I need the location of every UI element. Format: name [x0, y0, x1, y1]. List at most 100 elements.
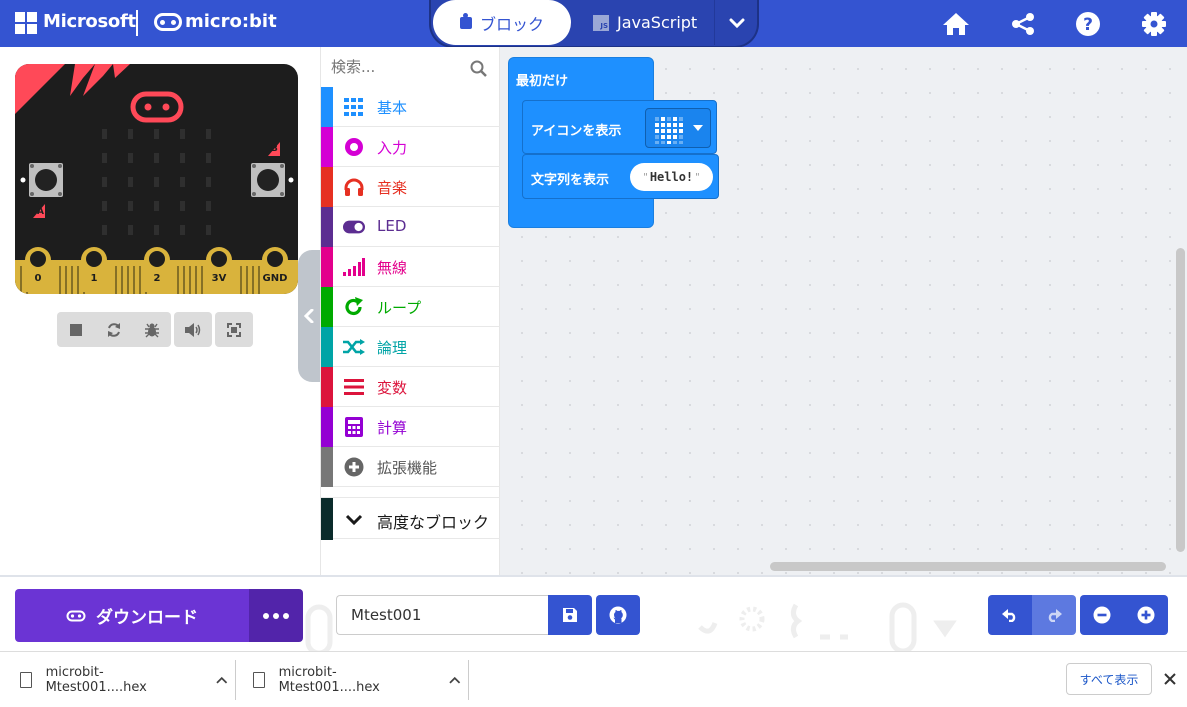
- save-button[interactable]: [548, 595, 592, 635]
- share-button[interactable]: [1008, 9, 1038, 39]
- calculator-icon: [343, 417, 365, 437]
- quote-right: ": [695, 171, 700, 183]
- puzzle-icon: [459, 12, 472, 29]
- category-label: 音楽: [377, 179, 408, 197]
- stop-button[interactable]: [57, 312, 95, 347]
- category-color-bar: [321, 407, 333, 447]
- microsoft-logo-icon[interactable]: [15, 12, 37, 34]
- simulator-controls: [57, 312, 253, 347]
- github-button[interactable]: [596, 595, 640, 635]
- zoom-in-button[interactable]: [1124, 595, 1168, 635]
- microbit-board[interactable]: 0 1 2 3V GND A B: [15, 64, 298, 294]
- input-icon: [343, 137, 365, 157]
- tab-javascript-label: JavaScript: [617, 13, 698, 32]
- download-button[interactable]: ダウンロード: [15, 589, 249, 642]
- gear-icon: [1142, 12, 1166, 36]
- editor-mode-toggle: ブロック JS JavaScript: [429, 0, 759, 48]
- category-music[interactable]: 音楽: [321, 167, 500, 207]
- category-color-bar: [321, 367, 333, 407]
- zoom-in-icon: [1137, 606, 1155, 624]
- category-basic[interactable]: 基本: [321, 87, 500, 127]
- search-icon[interactable]: [470, 60, 487, 77]
- category-label: 無線: [377, 259, 408, 277]
- chevron-up-icon[interactable]: [216, 676, 228, 684]
- icon-dropdown[interactable]: [645, 108, 711, 148]
- file-icon: [20, 672, 32, 688]
- button-a[interactable]: [29, 163, 63, 197]
- show-string-block[interactable]: 文字列を表示 " Hello! ": [522, 154, 719, 199]
- help-button[interactable]: ?: [1073, 9, 1103, 39]
- category-input[interactable]: 入力: [321, 127, 500, 167]
- share-icon: [1012, 13, 1034, 35]
- category-color-bar: [321, 498, 333, 540]
- category-math[interactable]: 計算: [321, 407, 500, 447]
- microbit-brand[interactable]: micro:bit: [185, 11, 277, 32]
- string-value-field[interactable]: " Hello! ": [630, 163, 713, 191]
- show-all-downloads-button[interactable]: すべて表示: [1066, 663, 1152, 695]
- tab-blocks[interactable]: ブロック: [433, 0, 571, 45]
- home-button[interactable]: [941, 9, 971, 39]
- microbit-download-icon: [66, 610, 86, 621]
- category-variables[interactable]: 変数: [321, 367, 500, 407]
- signal-icon: [343, 257, 365, 277]
- category-loops[interactable]: ループ: [321, 287, 500, 327]
- download-more-button[interactable]: [249, 589, 303, 642]
- quote-left: ": [643, 171, 648, 183]
- category-logic[interactable]: 論理: [321, 327, 500, 367]
- search-input[interactable]: [331, 55, 461, 79]
- category-led[interactable]: LED: [321, 207, 500, 247]
- download-label: ダウンロード: [96, 608, 198, 628]
- block-workspace[interactable]: 最初だけ アイコンを表示 文字列を表示 " Hello! ": [500, 47, 1187, 575]
- dropdown-arrow-icon: [693, 125, 703, 131]
- chevron-up-icon[interactable]: [449, 676, 461, 684]
- undo-button[interactable]: [988, 595, 1032, 635]
- close-shelf-button[interactable]: [1160, 669, 1180, 689]
- pin-1-label: 1: [90, 273, 98, 284]
- editor-toolbar: ダウンロード: [0, 575, 1187, 651]
- download-item[interactable]: microbit-Mtest001....hex: [253, 652, 461, 707]
- workspace-vertical-scrollbar[interactable]: [1176, 248, 1185, 552]
- simulator-panel: 0 1 2 3V GND A B: [0, 47, 320, 575]
- mute-button[interactable]: [174, 312, 212, 347]
- toolbox: 基本 入力 音楽 LED 無線 ループ 論理 変数 計算: [320, 47, 500, 575]
- category-radio[interactable]: 無線: [321, 247, 500, 287]
- redo-button[interactable]: [1032, 595, 1076, 635]
- download-item[interactable]: microbit-Mtest001....hex: [20, 652, 228, 707]
- chevron-down-icon: [729, 18, 745, 28]
- chevron-down-icon: [343, 510, 365, 530]
- microsoft-brand[interactable]: Microsoft: [43, 11, 136, 32]
- zoom-out-icon: [1093, 606, 1111, 624]
- show-icon-label: アイコンを表示: [531, 124, 622, 139]
- category-color-bar: [321, 247, 333, 287]
- microbit-logo-icon[interactable]: [154, 13, 182, 31]
- pin-3v-label: 3V: [211, 273, 227, 284]
- restart-button[interactable]: [95, 312, 133, 347]
- category-label: 論理: [377, 339, 408, 357]
- zoom-out-button[interactable]: [1080, 595, 1124, 635]
- project-name-input[interactable]: [336, 595, 548, 635]
- shelf-divider: [468, 660, 469, 700]
- heart-icon: [655, 117, 683, 144]
- download-filename: microbit-Mtest001....hex: [278, 665, 380, 695]
- tab-javascript[interactable]: JS JavaScript: [593, 0, 697, 45]
- category-advanced[interactable]: 高度なブロック: [321, 497, 500, 540]
- category-extensions[interactable]: 拡張機能: [321, 447, 500, 487]
- debug-button[interactable]: [133, 312, 171, 347]
- ellipsis-dot: [273, 612, 279, 619]
- button-b[interactable]: [251, 163, 285, 197]
- show-icon-block[interactable]: アイコンを表示: [522, 100, 717, 154]
- category-color-bar: [321, 127, 333, 167]
- ellipsis-dot: [263, 612, 269, 619]
- ellipsis-dot: [283, 612, 289, 619]
- undo-icon: [1002, 609, 1016, 622]
- downloads-shelf: microbit-Mtest001....hex microbit-Mtest0…: [0, 651, 1187, 707]
- fullscreen-button[interactable]: [215, 312, 253, 347]
- on-start-label: 最初だけ: [516, 74, 569, 89]
- shuffle-icon: [343, 337, 365, 357]
- toolbox-search: [321, 47, 500, 87]
- mode-dropdown-button[interactable]: [714, 0, 759, 45]
- workspace-horizontal-scrollbar[interactable]: [770, 562, 1166, 571]
- settings-button[interactable]: [1139, 9, 1169, 39]
- close-icon: [1164, 673, 1176, 685]
- simulator-collapse-toggle[interactable]: [298, 250, 320, 382]
